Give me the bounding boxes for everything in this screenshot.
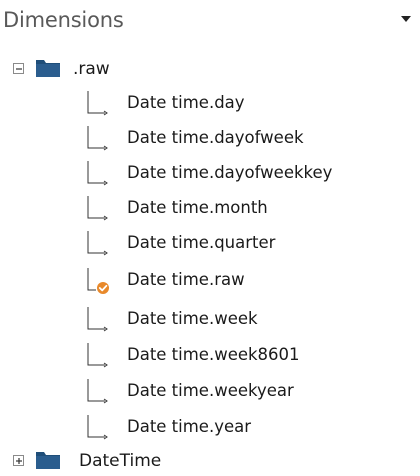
field-label: Date time.dayofweek bbox=[127, 128, 304, 147]
field-label: Date time.weekyear bbox=[127, 381, 294, 400]
tree-field-item[interactable]: Date time.quarter bbox=[84, 228, 404, 258]
hierarchy-level-checked-icon bbox=[84, 265, 110, 295]
field-label: Date time.week8601 bbox=[127, 345, 300, 364]
folder-icon bbox=[36, 60, 62, 78]
dimensions-panel-header: Dimensions bbox=[0, 0, 420, 40]
collapse-icon[interactable] bbox=[13, 63, 24, 74]
folder-label: .raw bbox=[73, 59, 110, 79]
tree-field-item[interactable]: Date time.dayofweekkey bbox=[84, 158, 404, 188]
tree-field-item[interactable]: Date time.month bbox=[84, 193, 404, 223]
tree-field-item[interactable]: Date time.weekyear bbox=[84, 376, 404, 406]
tree-field-item[interactable]: Date time.day bbox=[84, 88, 404, 118]
field-label: Date time.raw bbox=[127, 270, 245, 289]
expand-icon[interactable] bbox=[13, 455, 24, 466]
hierarchy-level-icon bbox=[84, 340, 110, 370]
hierarchy-level-icon bbox=[84, 228, 110, 258]
hierarchy-level-icon bbox=[84, 88, 110, 118]
tree-folder-raw[interactable]: .raw bbox=[13, 54, 213, 84]
tree-field-item[interactable]: Date time.year bbox=[84, 412, 404, 442]
folder-label: DateTime bbox=[79, 451, 162, 471]
hierarchy-level-icon bbox=[84, 376, 110, 406]
tree-folder-datetime[interactable]: DateTime bbox=[13, 446, 213, 476]
field-label: Date time.month bbox=[127, 198, 268, 217]
hierarchy-level-icon bbox=[84, 123, 110, 153]
tree-field-item[interactable]: Date time.week bbox=[84, 304, 404, 334]
field-label: Date time.quarter bbox=[127, 233, 276, 252]
tree-field-item-checked[interactable]: Date time.raw bbox=[84, 265, 404, 295]
hierarchy-level-icon bbox=[84, 304, 110, 334]
hierarchy-level-icon bbox=[84, 412, 110, 442]
field-label: Date time.dayofweekkey bbox=[127, 163, 333, 182]
field-label: Date time.day bbox=[127, 93, 245, 112]
hierarchy-level-icon bbox=[84, 158, 110, 188]
field-label: Date time.week bbox=[127, 309, 258, 328]
tree-field-item[interactable]: Date time.week8601 bbox=[84, 340, 404, 370]
field-label: Date time.year bbox=[127, 417, 252, 436]
panel-menu-dropdown-icon[interactable] bbox=[401, 16, 411, 22]
tree-field-item[interactable]: Date time.dayofweek bbox=[84, 123, 404, 153]
panel-title: Dimensions bbox=[3, 8, 124, 32]
hierarchy-level-icon bbox=[84, 193, 110, 223]
folder-icon bbox=[36, 452, 62, 470]
